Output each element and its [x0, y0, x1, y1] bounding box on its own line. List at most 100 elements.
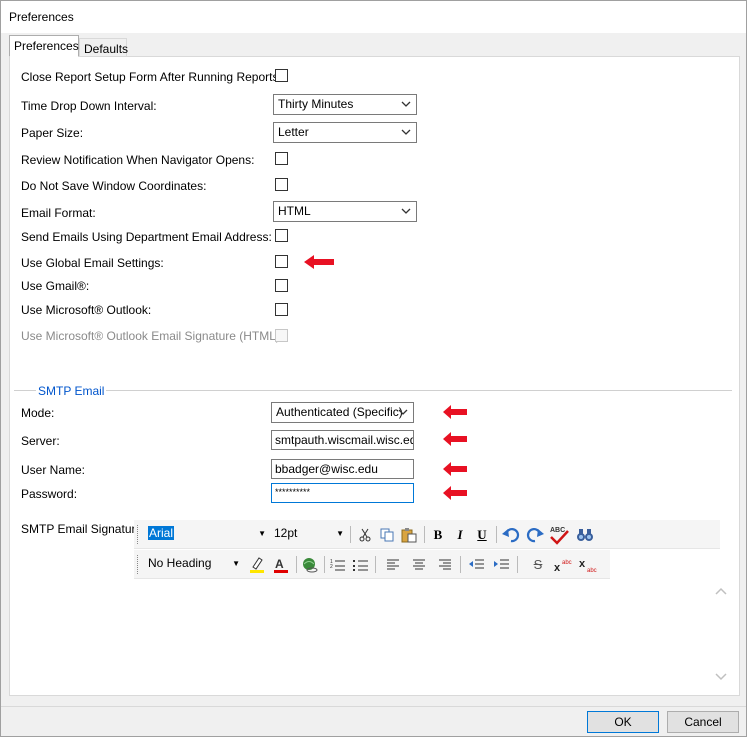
annotation-arrow-icon: [443, 462, 467, 476]
spellcheck-icon[interactable]: ABC: [547, 524, 571, 545]
underline-icon[interactable]: U: [471, 524, 493, 545]
send-dept-email-checkbox[interactable]: [275, 229, 288, 242]
smtp-server-label: Server:: [21, 434, 60, 448]
find-icon[interactable]: [574, 524, 596, 545]
use-outlook-signature-checkbox: [275, 329, 288, 342]
annotation-arrow-icon: [443, 486, 467, 500]
title-bar: Preferences: [1, 1, 746, 33]
svg-text:ABC: ABC: [550, 527, 565, 534]
use-gmail-label: Use Gmail®:: [21, 279, 90, 293]
editor-toolbar-1: Arial ▼ 12pt ▼ B I U ABC: [134, 520, 720, 549]
smtp-server-input[interactable]: smtpauth.wiscmail.wisc.edu: [271, 430, 414, 450]
tab-preferences[interactable]: Preferences: [9, 35, 79, 57]
email-format-value: HTML: [278, 204, 311, 218]
strikethrough-icon[interactable]: S: [527, 554, 549, 575]
use-global-email-checkbox[interactable]: [275, 255, 288, 268]
email-format-label: Email Format:: [21, 206, 96, 220]
smtp-mode-select[interactable]: Authenticated (Specific): [271, 402, 414, 423]
scroll-up-icon[interactable]: [715, 586, 727, 596]
paper-size-label: Paper Size:: [21, 126, 84, 140]
annotation-arrow-icon: [443, 405, 467, 419]
toolbar-grip: [137, 555, 140, 574]
font-name-select[interactable]: Arial ▼: [144, 525, 268, 544]
cancel-button[interactable]: Cancel: [667, 711, 739, 733]
paper-size-value: Letter: [278, 125, 309, 139]
review-notification-checkbox[interactable]: [275, 152, 288, 165]
smtp-signature-label: SMTP Email Signature:: [21, 522, 146, 536]
outdent-icon[interactable]: [466, 554, 488, 575]
smtp-password-input[interactable]: **********: [271, 483, 414, 503]
chevron-down-icon: [398, 409, 408, 415]
use-outlook-signature-label: Use Microsoft® Outlook Email Signature (…: [21, 329, 284, 343]
caret-down-icon: ▼: [258, 529, 266, 538]
chevron-down-icon: [401, 208, 411, 214]
cut-icon[interactable]: [354, 524, 376, 545]
email-format-select[interactable]: HTML: [273, 201, 417, 222]
align-center-icon[interactable]: [408, 554, 430, 575]
preferences-window: Preferences Preferences Defaults Close R…: [0, 0, 747, 737]
heading-select[interactable]: No Heading ▼: [144, 555, 242, 574]
tab-defaults[interactable]: Defaults: [79, 38, 128, 58]
hyperlink-icon[interactable]: [299, 554, 321, 575]
paste-icon[interactable]: [398, 524, 420, 545]
copy-icon[interactable]: [376, 524, 398, 545]
annotation-arrow-icon: [304, 255, 334, 269]
caret-down-icon: ▼: [232, 559, 240, 568]
align-left-icon[interactable]: [382, 554, 404, 575]
smtp-username-input[interactable]: bbadger@wisc.edu: [271, 459, 414, 479]
indent-icon[interactable]: [491, 554, 513, 575]
use-gmail-checkbox[interactable]: [275, 279, 288, 292]
numbered-list-icon[interactable]: 12: [327, 554, 349, 575]
align-right-icon[interactable]: [434, 554, 456, 575]
svg-text:x: x: [554, 562, 561, 573]
toolbar-separator: [517, 556, 518, 573]
toolbar-separator: [324, 556, 325, 573]
italic-icon[interactable]: I: [449, 524, 471, 545]
superscript-icon[interactable]: x abc: [552, 554, 574, 575]
preferences-panel: Close Report Setup Form After Running Re…: [9, 56, 740, 696]
editor-toolbar-2: No Heading ▼ A 12 S x abc x abc: [134, 550, 610, 579]
toolbar-separator: [460, 556, 461, 573]
smtp-mode-value: Authenticated (Specific): [276, 405, 403, 419]
scroll-down-icon[interactable]: [715, 672, 727, 682]
font-size-value: 12pt: [274, 526, 298, 540]
toolbar-separator: [496, 526, 497, 543]
chevron-down-icon: [401, 129, 411, 135]
undo-icon[interactable]: [500, 524, 522, 545]
toolbar-grip: [137, 525, 140, 544]
smtp-group-divider: [14, 390, 732, 391]
do-not-save-coords-label: Do Not Save Window Coordinates:: [21, 179, 207, 193]
font-name-value: Arial: [148, 526, 175, 540]
time-interval-value: Thirty Minutes: [278, 97, 354, 111]
paper-size-select[interactable]: Letter: [273, 122, 417, 143]
bold-icon[interactable]: B: [427, 524, 449, 545]
close-report-checkbox[interactable]: [275, 69, 288, 82]
use-global-email-label: Use Global Email Settings:: [21, 256, 164, 270]
font-size-select[interactable]: 12pt ▼: [270, 525, 346, 544]
window-title: Preferences: [9, 10, 74, 24]
editor-scrollbar[interactable]: [712, 582, 730, 686]
do-not-save-coords-checkbox[interactable]: [275, 178, 288, 191]
review-notification-label: Review Notification When Navigator Opens…: [21, 153, 255, 167]
toolbar-separator: [424, 526, 425, 543]
redo-icon[interactable]: [524, 524, 546, 545]
send-dept-email-label: Send Emails Using Department Email Addre…: [21, 230, 272, 244]
smtp-group-title: SMTP Email: [36, 384, 107, 398]
smtp-mode-label: Mode:: [21, 406, 55, 420]
toolbar-separator: [375, 556, 376, 573]
bulleted-list-icon[interactable]: [350, 554, 372, 575]
heading-value: No Heading: [148, 556, 212, 570]
close-report-label: Close Report Setup Form After Running Re…: [21, 70, 282, 84]
svg-text:abc: abc: [562, 560, 572, 566]
ok-button[interactable]: OK: [587, 711, 659, 733]
time-interval-select[interactable]: Thirty Minutes: [273, 94, 417, 115]
signature-editor[interactable]: Arial ▼ 12pt ▼ B I U ABC No Heading ▼ A …: [134, 520, 730, 688]
time-interval-label: Time Drop Down Interval:: [21, 99, 157, 113]
toolbar-separator: [296, 556, 297, 573]
font-color-icon[interactable]: A: [270, 554, 292, 575]
use-outlook-checkbox[interactable]: [275, 303, 288, 316]
smtp-password-label: Password:: [21, 487, 78, 501]
subscript-icon[interactable]: x abc: [577, 554, 599, 575]
highlight-icon[interactable]: [246, 554, 268, 575]
svg-text:abc: abc: [587, 568, 597, 573]
